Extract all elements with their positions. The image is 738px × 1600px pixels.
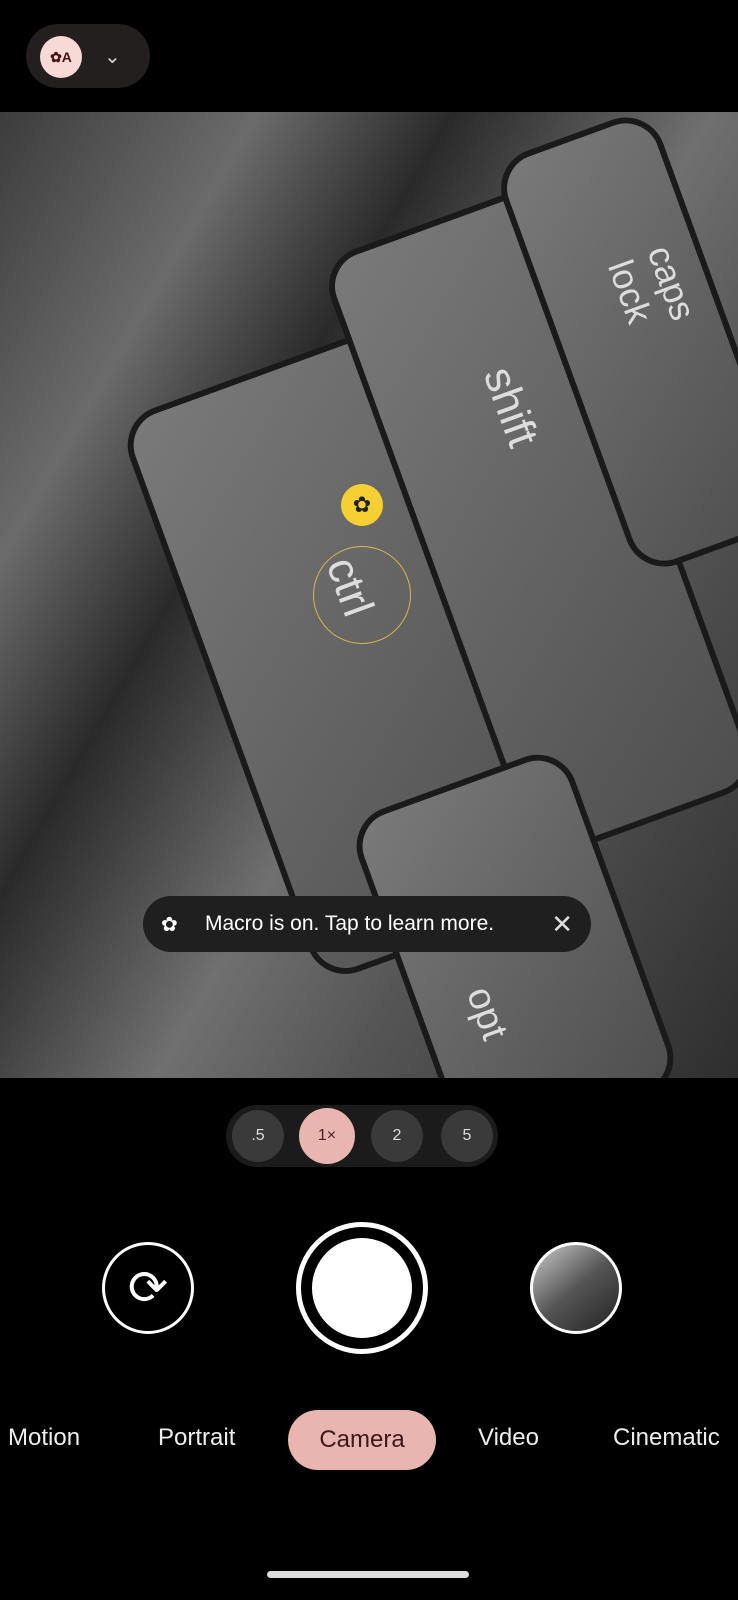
last-photo-thumbnail[interactable] — [530, 1242, 622, 1334]
mode-camera[interactable]: Camera — [288, 1410, 436, 1470]
close-icon[interactable]: ✕ — [551, 909, 573, 940]
zoom-selector: .5 1× 2 5 — [226, 1105, 498, 1167]
macro-auto-icon[interactable]: ✿A — [40, 36, 82, 78]
shutter-button[interactable] — [296, 1222, 428, 1354]
flower-icon: ✿ — [341, 484, 383, 526]
macro-flower-icon: ✿ — [161, 913, 178, 936]
zoom-0.5[interactable]: .5 — [232, 1110, 284, 1162]
toast-text: Macro is on. Tap to learn more. — [205, 912, 495, 935]
mode-motion[interactable]: Motion — [8, 1424, 80, 1452]
zoom-1x[interactable]: 1× — [299, 1108, 355, 1164]
macro-toast[interactable]: ✿ Macro is on. Tap to learn more. ✕ — [143, 896, 591, 952]
mode-cinematic[interactable]: Cinematic — [613, 1424, 720, 1452]
chevron-down-icon[interactable]: ⌄ — [104, 44, 121, 69]
viewfinder[interactable]: ctrl shift caps lock opt ✿ ✿ Macro is on… — [0, 112, 738, 1078]
zoom-5[interactable]: 5 — [441, 1110, 493, 1162]
shutter-inner — [312, 1238, 412, 1338]
switch-camera-icon: ⟳ — [127, 1262, 169, 1315]
mode-selector[interactable]: ✿A ⌄ — [26, 24, 150, 88]
focus-ring — [313, 546, 411, 644]
home-indicator[interactable] — [267, 1571, 469, 1578]
zoom-2[interactable]: 2 — [371, 1110, 423, 1162]
mode-portrait[interactable]: Portrait — [158, 1424, 235, 1452]
switch-camera-button[interactable]: ⟳ — [102, 1242, 194, 1334]
mode-video[interactable]: Video — [478, 1424, 539, 1452]
